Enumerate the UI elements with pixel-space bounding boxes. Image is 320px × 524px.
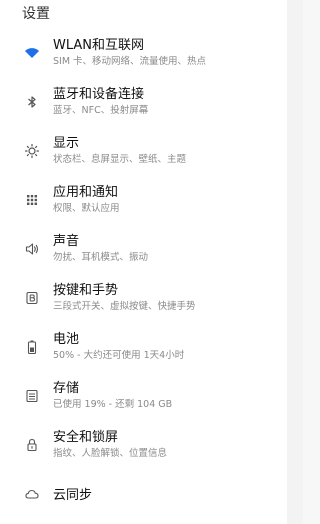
settings-item-title: 电池 [53, 332, 80, 347]
apps-grid-icon [24, 192, 40, 208]
settings-item-title: 应用和通知 [53, 185, 119, 200]
bluetooth-icon [24, 94, 40, 110]
cloud-icon [24, 486, 40, 502]
settings-item-buttons-gestures[interactable]: 按键和手势 三段式开关、虚拟按键、快捷手势 [0, 277, 287, 326]
settings-item-display[interactable]: 显示 状态栏、息屏显示、壁纸、主题 [0, 130, 287, 179]
settings-item-cloud-sync[interactable]: 云同步 [0, 473, 287, 522]
wifi-icon [24, 45, 40, 61]
brightness-icon [24, 143, 40, 159]
settings-item-title: 声音 [53, 234, 80, 249]
settings-page: 设置 WLAN和互联网 SIM 卡、移动网络、流量使用、热点 蓝牙和设备连接 蓝… [0, 0, 287, 524]
settings-item-subtitle: 50% - 大约还可使用 1天4小时 [53, 350, 185, 361]
settings-item-subtitle: SIM 卡、移动网络、流量使用、热点 [53, 56, 207, 67]
settings-item-subtitle: 勿扰、耳机模式、振动 [53, 252, 149, 263]
page-title: 设置 [22, 6, 50, 22]
settings-item-title: 云同步 [53, 488, 93, 503]
settings-item-title: 显示 [53, 136, 80, 151]
settings-item-subtitle: 已使用 19% - 还剩 104 GB [53, 399, 173, 410]
settings-item-title: WLAN和互联网 [53, 38, 145, 53]
settings-item-bluetooth[interactable]: 蓝牙和设备连接 蓝牙、NFC、投射屏幕 [0, 81, 287, 130]
settings-item-subtitle: 指纹、人脸解锁、位置信息 [53, 448, 168, 459]
settings-item-battery[interactable]: 电池 50% - 大约还可使用 1天4小时 [0, 326, 287, 375]
buttons-icon [24, 290, 40, 306]
battery-icon [24, 339, 40, 355]
scrollbar[interactable] [287, 0, 303, 524]
settings-item-sound[interactable]: 声音 勿扰、耳机模式、振动 [0, 228, 287, 277]
volume-icon [24, 241, 40, 257]
settings-item-wlan[interactable]: WLAN和互联网 SIM 卡、移动网络、流量使用、热点 [0, 32, 287, 81]
settings-item-storage[interactable]: 存储 已使用 19% - 还剩 104 GB [0, 375, 287, 424]
settings-item-title: 按键和手势 [53, 283, 119, 298]
settings-item-subtitle: 三段式开关、虚拟按键、快捷手势 [53, 301, 196, 312]
settings-item-subtitle: 状态栏、息屏显示、壁纸、主题 [53, 154, 187, 165]
settings-item-security-lock[interactable]: 安全和锁屏 指纹、人脸解锁、位置信息 [0, 424, 287, 473]
settings-item-apps[interactable]: 应用和通知 权限、默认应用 [0, 179, 287, 228]
settings-item-title: 存储 [53, 381, 80, 396]
settings-item-title: 蓝牙和设备连接 [53, 87, 145, 102]
settings-item-title: 安全和锁屏 [53, 430, 119, 445]
settings-item-subtitle: 蓝牙、NFC、投射屏幕 [53, 105, 149, 116]
lock-icon [24, 437, 40, 453]
settings-list: WLAN和互联网 SIM 卡、移动网络、流量使用、热点 蓝牙和设备连接 蓝牙、N… [0, 32, 287, 522]
settings-item-subtitle: 权限、默认应用 [53, 203, 120, 214]
storage-icon [24, 388, 40, 404]
